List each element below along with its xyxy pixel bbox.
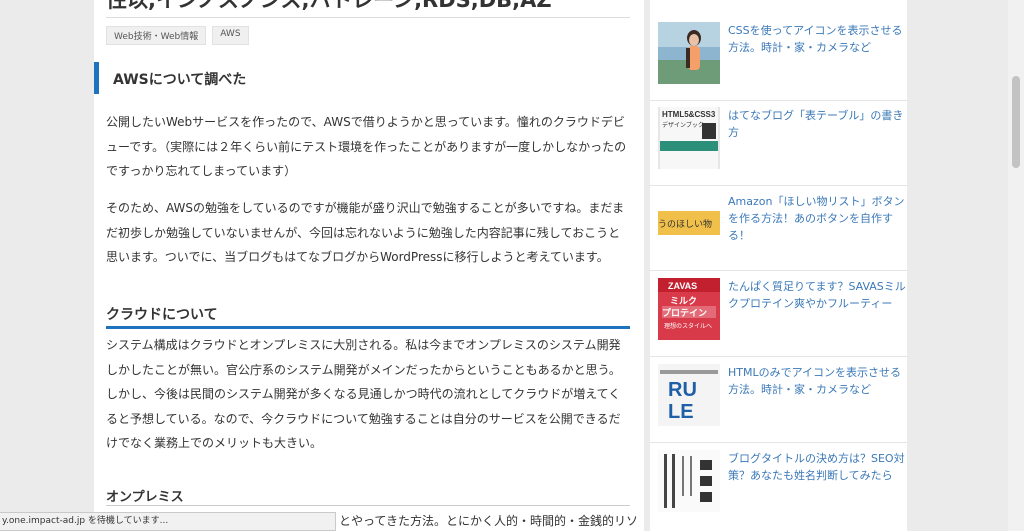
thumbnail-text: 理想のスタイルへ [664,322,712,330]
paragraph-cloud: システム構成はクラウドとオンプレミスに大別される。私は今までオンプレミスのシステ… [106,338,621,450]
thumbnail-wishlist-banner[interactable]: うのほしい物 [658,193,720,255]
page-scrollbar[interactable] [1008,0,1024,531]
section-heading-cloud-text: クラウドについて [106,307,218,323]
divider [650,185,907,186]
subheading-onpremise: オンプレミス [106,483,630,506]
thumbnail-text: ミルク [670,296,697,307]
related-item-title[interactable]: たんぱく質足りてます？SAVASミルクプロテイン爽やかフルーティー [728,278,906,312]
related-item-title[interactable]: Amazon「ほしい物リスト」ボタンを作る方法！あのボタンを自作する！ [728,193,906,244]
tag-web[interactable]: Web技術・Web情報 [106,26,207,45]
paragraph-intro: 公開したいWebサービスを作ったので、AWSで借りようかと思っています。憧れのク… [106,115,627,178]
thumbnail-text: プロテイン [662,307,707,319]
related-item-title[interactable]: ブログタイトルの決め方は？SEO対策？あなたも姓名判断してみたら [728,450,906,484]
thumbnail-text: ZAVAS [668,281,697,291]
thumbnail-text: デザインブック [662,121,704,129]
paragraph-onpremise: とやってきた方法。とにかく人的・時間的・金銭的リソ [339,514,639,528]
thumbnail-book-html5-css3[interactable]: HTML5&CSS3 デザインブック [658,107,720,169]
thumbnail-book-naming[interactable] [658,450,720,512]
thumbnail-book-rule[interactable]: RU LE [658,364,720,426]
tag-aws[interactable]: AWS [212,26,249,45]
tag-list: Web技術・Web情報 AWS [106,26,249,45]
subheading-onpremise-text: オンプレミス [106,490,184,505]
related-item-title[interactable]: はてなブログ「表テーブル」の書き方 [728,107,906,141]
related-item-title[interactable]: HTMLのみでアイコンを表示させる方法。時計・家・カメラなど [728,364,906,398]
related-articles-sidebar: CSSを使ってアイコンを表示させる方法。時計・家・カメラなど HTML5&CSS… [650,0,907,531]
thumbnail-savas-package[interactable]: ZAVAS ミルク プロテイン 理想のスタイルへ [658,278,720,340]
paragraph-study: そのため、AWSの勉強をしているのですが機能が盛り沢山で勉強することが多いですね… [106,201,625,264]
section-heading-aws-text: AWSについて調べた [113,72,247,88]
thumbnail-text: うのほしい物 [658,218,712,230]
divider [106,17,630,18]
divider [650,270,907,271]
thumbnail-photo-woman[interactable] [658,22,720,84]
thumbnail-text: LE [668,401,694,423]
divider [650,100,907,101]
thumbnail-text: RU [668,379,697,401]
browser-status-bar: y.one.impact-ad.jp を待機しています... [0,512,336,531]
related-item-title[interactable]: CSSを使ってアイコンを表示させる方法。時計・家・カメラなど [728,22,906,56]
scrollbar-thumb[interactable] [1012,76,1020,168]
section-heading-aws: AWSについて調べた [94,62,635,94]
divider [650,356,907,357]
article-title: 性以,インノスノンス,ハトレーン,RDS,DB,AZ [106,0,552,12]
article-column: 性以,インノスノンス,ハトレーン,RDS,DB,AZ Web技術・Web情報 A… [94,0,644,531]
divider [650,442,907,443]
section-heading-cloud: クラウドについて [106,300,630,329]
thumbnail-text: HTML5&CSS3 [662,110,716,119]
